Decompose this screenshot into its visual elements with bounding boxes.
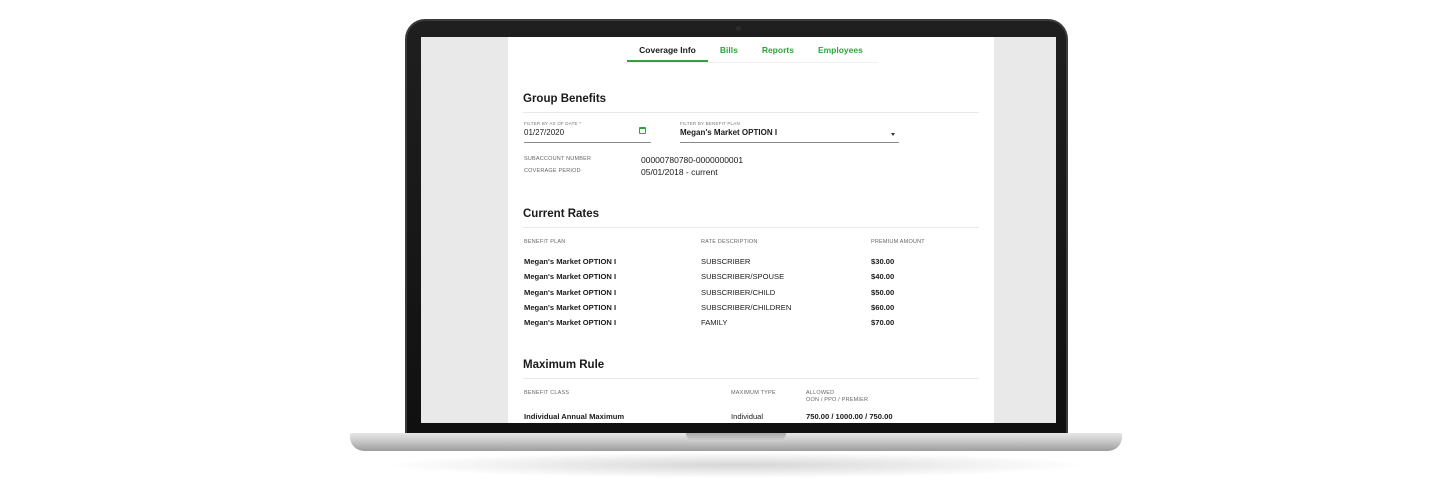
laptop-base: [350, 433, 1122, 451]
tab-employees[interactable]: Employees: [806, 37, 875, 62]
cell-premium-amount: $60.00: [871, 302, 895, 312]
rates-table: BENEFIT PLAN RATE DESCRIPTION PREMIUM AM…: [523, 239, 979, 333]
laptop-lid: Coverage Info Bills Reports Employees Gr…: [405, 19, 1068, 437]
cell-rate-description: SUBSCRIBER/CHILDREN: [701, 302, 792, 312]
col-benefit-class: BENEFIT CLASS: [524, 390, 570, 397]
subaccount-value: 00000780780-0000000001: [641, 155, 744, 165]
table-row: Megan's Market OPTION I SUBSCRIBER/CHILD…: [523, 288, 979, 303]
tab-coverage-info[interactable]: Coverage Info: [627, 37, 708, 62]
plan-filter-value[interactable]: Megan's Market OPTION I: [680, 128, 899, 137]
cell-benefit-plan: Megan's Market OPTION I: [524, 257, 617, 266]
rates-header-row: BENEFIT PLAN RATE DESCRIPTION PREMIUM AM…: [523, 239, 979, 257]
subaccount-row: SUBACCOUNT NUMBER 00000780780-0000000001: [523, 155, 979, 167]
subaccount-label: SUBACCOUNT NUMBER: [524, 156, 592, 162]
col-maximum-type: MAXIMUM TYPE: [731, 390, 776, 397]
laptop-shadow: [380, 452, 1092, 478]
nav-tabs: Coverage Info Bills Reports Employees: [624, 37, 878, 63]
col-allowed: ALLOWED OON / PPO / PREMIER: [806, 390, 868, 403]
col-rate-description: RATE DESCRIPTION: [701, 239, 758, 245]
coverage-period-label: COVERAGE PERIOD: [524, 168, 581, 174]
plan-filter-select[interactable]: FILTER BY BENEFIT PLAN Megan's Market OP…: [680, 121, 899, 143]
table-row: Megan's Market OPTION I SUBSCRIBER/SPOUS…: [523, 272, 979, 287]
cell-benefit-plan: Megan's Market OPTION I: [524, 287, 617, 297]
tab-bills[interactable]: Bills: [708, 37, 750, 62]
date-filter-label: FILTER BY AS OF DATE *: [524, 121, 582, 126]
current-rates-title: Current Rates: [523, 208, 979, 228]
cell-benefit-plan: Megan's Market OPTION I: [524, 272, 617, 282]
account-info: SUBACCOUNT NUMBER 00000780780-0000000001…: [523, 155, 979, 181]
chevron-down-icon[interactable]: [891, 133, 895, 136]
allowed-sub-label: OON / PPO / PREMIER: [806, 397, 869, 404]
cell-premium-amount: $70.00: [871, 318, 895, 328]
cell-rate-description: SUBSCRIBER/SPOUSE: [701, 272, 785, 282]
coverage-period-value: 05/01/2018 - current: [641, 167, 718, 177]
coverage-period-row: COVERAGE PERIOD 05/01/2018 - current: [523, 167, 979, 179]
cell-benefit-plan: Megan's Market OPTION I: [524, 318, 617, 328]
tab-reports[interactable]: Reports: [750, 37, 806, 62]
coverage-page: Coverage Info Bills Reports Employees Gr…: [508, 37, 994, 423]
cell-maximum-type: Individual: [731, 412, 764, 422]
cell-premium-amount: $50.00: [871, 287, 895, 297]
cell-benefit-class: Individual Annual Maximum: [524, 412, 625, 422]
cell-premium-amount: $40.00: [871, 272, 895, 282]
cell-benefit-plan: Megan's Market OPTION I: [524, 302, 617, 312]
table-row: Megan's Market OPTION I SUBSCRIBER/CHILD…: [523, 303, 979, 318]
table-row: Megan's Market OPTION I FAMILY $70.00: [523, 318, 979, 333]
calendar-icon[interactable]: [639, 127, 646, 134]
table-row: Individual Annual Maximum Individual 750…: [523, 412, 979, 423]
cell-rate-description: SUBSCRIBER/CHILD: [701, 287, 776, 297]
maximum-header-row: BENEFIT CLASS MAXIMUM TYPE ALLOWED OON /…: [523, 390, 979, 412]
plan-filter-label: FILTER BY BENEFIT PLAN: [680, 121, 740, 126]
allowed-label: ALLOWED: [806, 390, 835, 397]
cell-premium-amount: $30.00: [871, 257, 895, 266]
laptop-screen: Coverage Info Bills Reports Employees Gr…: [421, 37, 1056, 423]
filters: FILTER BY AS OF DATE * 01/27/2020 FILTER…: [523, 121, 979, 143]
laptop-notch: [686, 433, 786, 441]
cell-allowed: 750.00 / 1000.00 / 750.00: [806, 412, 893, 422]
table-row: Megan's Market OPTION I SUBSCRIBER $30.0…: [523, 257, 979, 272]
col-premium-amount: PREMIUM AMOUNT: [871, 239, 925, 245]
camera-icon: [736, 26, 741, 31]
date-filter-field[interactable]: FILTER BY AS OF DATE * 01/27/2020: [524, 121, 651, 143]
col-benefit-plan: BENEFIT PLAN: [524, 239, 566, 245]
maximum-rule-title: Maximum Rule: [523, 359, 979, 380]
cell-rate-description: FAMILY: [701, 318, 728, 328]
group-benefits-title: Group Benefits: [523, 93, 979, 113]
maximum-rule-table: BENEFIT CLASS MAXIMUM TYPE ALLOWED OON /…: [523, 390, 979, 423]
date-filter-value[interactable]: 01/27/2020: [524, 128, 651, 137]
cell-rate-description: SUBSCRIBER: [701, 257, 751, 266]
